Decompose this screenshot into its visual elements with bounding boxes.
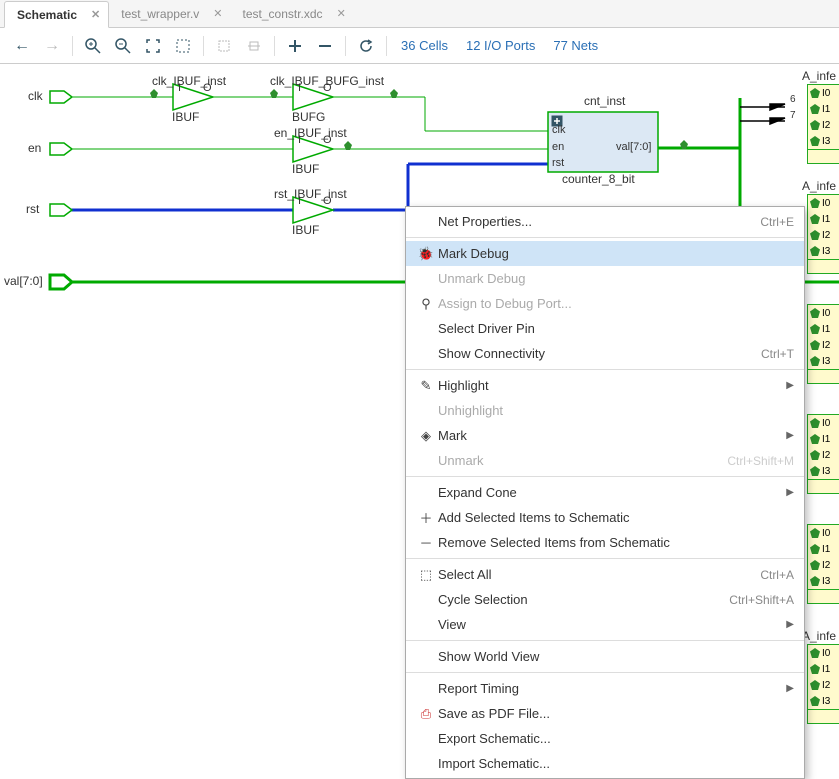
port-val-label: val[7:0] (4, 274, 43, 288)
cnt-pin-clk: clk (552, 124, 565, 136)
ctx-import-schematic[interactable]: Import Schematic... (406, 751, 804, 776)
ctx-unhighlight: Unhighlight (406, 398, 804, 423)
clk-ibuf-type-label: IBUF (172, 110, 199, 124)
io-ports-link[interactable]: 12 I/O Ports (458, 38, 543, 53)
highlight-icon: ✎ (414, 378, 438, 394)
ctx-expand-cone[interactable]: Expand Cone▶ (406, 480, 804, 505)
cnt-inst-label: cnt_inst (584, 94, 625, 108)
tab-label: Schematic (17, 8, 77, 22)
ctx-highlight[interactable]: ✎Highlight▶ (406, 373, 804, 398)
bus-idx-7: 7 (790, 110, 796, 121)
toolbar: ← → 36 Cells 12 I/O Ports 77 Nets (0, 28, 839, 64)
add-button[interactable] (281, 32, 309, 60)
inferred-block[interactable]: I0 I1 I2 I3 L (807, 304, 839, 384)
ctx-view[interactable]: View▶ (406, 612, 804, 637)
pin-o: O (323, 134, 332, 146)
ctx-unmark-debug: Unmark Debug (406, 266, 804, 291)
clk-ibuf-inst-label: clk_IBUF_inst (152, 74, 226, 88)
cnt-pin-val: val[7:0] (616, 141, 651, 153)
forward-button[interactable]: → (38, 32, 66, 60)
port-clk-label: clk (28, 89, 43, 103)
ctx-select-driver-pin[interactable]: Select Driver Pin (406, 316, 804, 341)
port-en-label: en (28, 141, 41, 155)
ctx-assign-debug-port: ⚲Assign to Debug Port... (406, 291, 804, 316)
remove-button[interactable] (311, 32, 339, 60)
inferred-block[interactable]: A_infe I0 I1 I2 I3 L (807, 84, 839, 164)
pdf-icon: ⎙ (414, 706, 438, 722)
tab-label: test_wrapper.v (121, 7, 199, 21)
expand-button[interactable] (240, 32, 268, 60)
zoom-area-button[interactable] (169, 32, 197, 60)
bufg-type-label: BUFG (292, 110, 325, 124)
zoom-in-button[interactable] (79, 32, 107, 60)
inferred-block[interactable]: A_infe I0 I1 I2 I3 L (807, 644, 839, 724)
cnt-pin-rst: rst (552, 157, 564, 169)
tab-label: test_constr.xdc (243, 7, 323, 21)
cells-link[interactable]: 36 Cells (393, 38, 456, 53)
close-icon[interactable]: ✕ (91, 8, 100, 21)
pin-i: I (298, 82, 301, 94)
mark-icon: ◈ (414, 428, 438, 444)
block-title: A_infe (802, 69, 836, 83)
pin-o: O (203, 82, 212, 94)
cnt-type-label: counter_8_bit (562, 172, 635, 186)
ctx-report-timing[interactable]: Report Timing▶ (406, 676, 804, 701)
en-ibuf-inst-label: en_IBUF_inst (274, 126, 347, 140)
zoom-fit-button[interactable] (139, 32, 167, 60)
ctx-mark[interactable]: ◈Mark▶ (406, 423, 804, 448)
bug-icon: 🐞 (414, 246, 438, 262)
ctx-remove-selected[interactable]: －Remove Selected Items from Schematic (406, 530, 804, 555)
pin-i: I (298, 134, 301, 146)
pin-o: O (323, 82, 332, 94)
ctx-cycle-selection[interactable]: Cycle SelectionCtrl+Shift+A (406, 587, 804, 612)
ctx-save-pdf[interactable]: ⎙Save as PDF File... (406, 701, 804, 726)
nets-link[interactable]: 77 Nets (545, 38, 606, 53)
close-icon[interactable]: ✕ (213, 7, 222, 20)
back-button[interactable]: ← (8, 32, 36, 60)
ctx-add-selected[interactable]: ＋Add Selected Items to Schematic (406, 505, 804, 530)
bus-idx-6: 6 (790, 94, 796, 105)
cnt-pin-en: en (552, 141, 564, 153)
ctx-select-all[interactable]: ⬚Select AllCtrl+A (406, 562, 804, 587)
select-mode-button[interactable] (210, 32, 238, 60)
tab-schematic[interactable]: Schematic ✕ (4, 1, 109, 28)
pin-o: O (323, 195, 332, 207)
ctx-show-connectivity[interactable]: Show ConnectivityCtrl+T (406, 341, 804, 366)
ctx-show-world-view[interactable]: Show World View (406, 644, 804, 669)
close-icon[interactable]: ✕ (337, 7, 346, 20)
plus-icon: ＋ (414, 508, 438, 527)
inferred-block[interactable]: I0 I1 I2 I3 L (807, 414, 839, 494)
pin-i: I (178, 82, 181, 94)
zoom-out-button[interactable] (109, 32, 137, 60)
inferred-block[interactable]: I0 I1 I2 I3 L (807, 524, 839, 604)
block-title: A_infe (802, 179, 836, 193)
pin-i: I (298, 195, 301, 207)
minus-icon: － (414, 533, 438, 552)
block-title: A_infe (802, 629, 836, 643)
refresh-button[interactable] (352, 32, 380, 60)
tab-test-wrapper[interactable]: test_wrapper.v ✕ (109, 0, 230, 27)
rst-ibuf-type-label: IBUF (292, 223, 319, 237)
debug-icon: ⚲ (414, 296, 438, 312)
ctx-unmark: UnmarkCtrl+Shift+M (406, 448, 804, 473)
ctx-export-schematic[interactable]: Export Schematic... (406, 726, 804, 751)
tab-bar: Schematic ✕ test_wrapper.v ✕ test_constr… (0, 0, 839, 28)
tab-test-constr[interactable]: test_constr.xdc ✕ (231, 0, 354, 27)
context-menu: Net Properties...Ctrl+E 🐞Mark Debug Unma… (405, 206, 805, 779)
inferred-block[interactable]: A_infe I0 I1 I2 I3 L (807, 194, 839, 274)
ctx-net-properties[interactable]: Net Properties...Ctrl+E (406, 209, 804, 234)
port-rst-label: rst (26, 202, 39, 216)
select-all-icon: ⬚ (414, 567, 438, 583)
rst-ibuf-inst-label: rst_IBUF_inst (274, 187, 347, 201)
ctx-mark-debug[interactable]: 🐞Mark Debug (406, 241, 804, 266)
en-ibuf-type-label: IBUF (292, 162, 319, 176)
